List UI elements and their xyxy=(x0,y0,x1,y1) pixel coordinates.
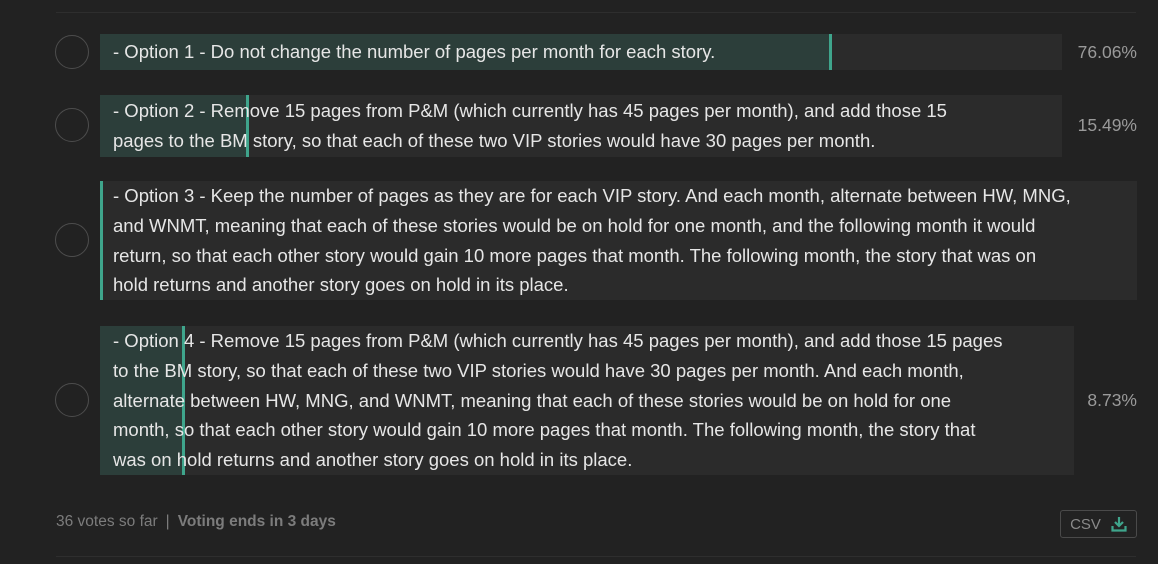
poll-option-1[interactable]: - Option 1 - Do not change the number of… xyxy=(0,34,1158,70)
option-2-box[interactable]: - Option 2 - Remove 15 pages from P&M (w… xyxy=(100,95,1062,157)
option-4-text: - Option 4 - Remove 15 pages from P&M (w… xyxy=(100,326,1074,475)
vote-count: 36 votes so far xyxy=(56,513,158,530)
option-text-line: month, so that each other story would ga… xyxy=(113,419,976,441)
option-2-percent: 15.49% xyxy=(1077,115,1137,135)
download-icon xyxy=(1111,517,1127,532)
option-text-line: alternate between HW, MNG, and WNMT, mea… xyxy=(113,389,952,411)
option-1-radio[interactable] xyxy=(55,35,89,69)
option-1-text: - Option 1 - Do not change the number of… xyxy=(100,34,1062,67)
option-text-line: hold returns and another story goes on h… xyxy=(113,274,569,296)
poll-footer: 36 votes so far | Voting ends in 3 days xyxy=(56,513,336,531)
option-text-line: to the BM story, so that each of these t… xyxy=(113,359,964,381)
option-text-line: and WNMT, meaning that each of these sto… xyxy=(113,214,1036,236)
option-4-percent: 8.73% xyxy=(1087,390,1137,410)
option-text-line: return, so that each other story would g… xyxy=(113,244,1037,266)
poll-option-2[interactable]: - Option 2 - Remove 15 pages from P&M (w… xyxy=(0,95,1158,157)
option-3-radio[interactable] xyxy=(55,223,89,257)
csv-label: CSV xyxy=(1070,515,1101,533)
option-3-text: - Option 3 - Keep the number of pages as… xyxy=(100,181,1137,300)
footer-separator: | xyxy=(165,513,170,530)
poll-option-4[interactable]: - Option 4 - Remove 15 pages from P&M (w… xyxy=(0,326,1158,475)
csv-export-button[interactable]: CSV xyxy=(1060,510,1137,538)
option-text-line: - Option 1 - Do not change the number of… xyxy=(113,41,716,62)
option-text-line: - Option 4 - Remove 15 pages from P&M (w… xyxy=(113,330,1003,351)
option-text-line: pages to the BM story, so that each of t… xyxy=(113,129,876,151)
option-1-box[interactable]: - Option 1 - Do not change the number of… xyxy=(100,34,1062,70)
option-4-box[interactable]: - Option 4 - Remove 15 pages from P&M (w… xyxy=(100,326,1074,475)
option-text-line: - Option 2 - Remove 15 pages from P&M (w… xyxy=(113,100,947,121)
option-1-percent: 76.06% xyxy=(1077,42,1137,62)
option-3-box[interactable]: - Option 3 - Keep the number of pages as… xyxy=(100,181,1137,300)
option-text-line: - Option 3 - Keep the number of pages as… xyxy=(113,185,1071,206)
option-text-line: was on hold returns and another story go… xyxy=(113,449,633,471)
option-2-radio[interactable] xyxy=(55,108,89,142)
voting-ends: Voting ends in 3 days xyxy=(177,513,336,530)
poll-option-3[interactable]: - Option 3 - Keep the number of pages as… xyxy=(0,181,1158,300)
option-4-radio[interactable] xyxy=(55,383,89,417)
top-divider xyxy=(56,12,1136,13)
bottom-divider xyxy=(56,556,1136,557)
option-2-text: - Option 2 - Remove 15 pages from P&M (w… xyxy=(100,95,1062,156)
